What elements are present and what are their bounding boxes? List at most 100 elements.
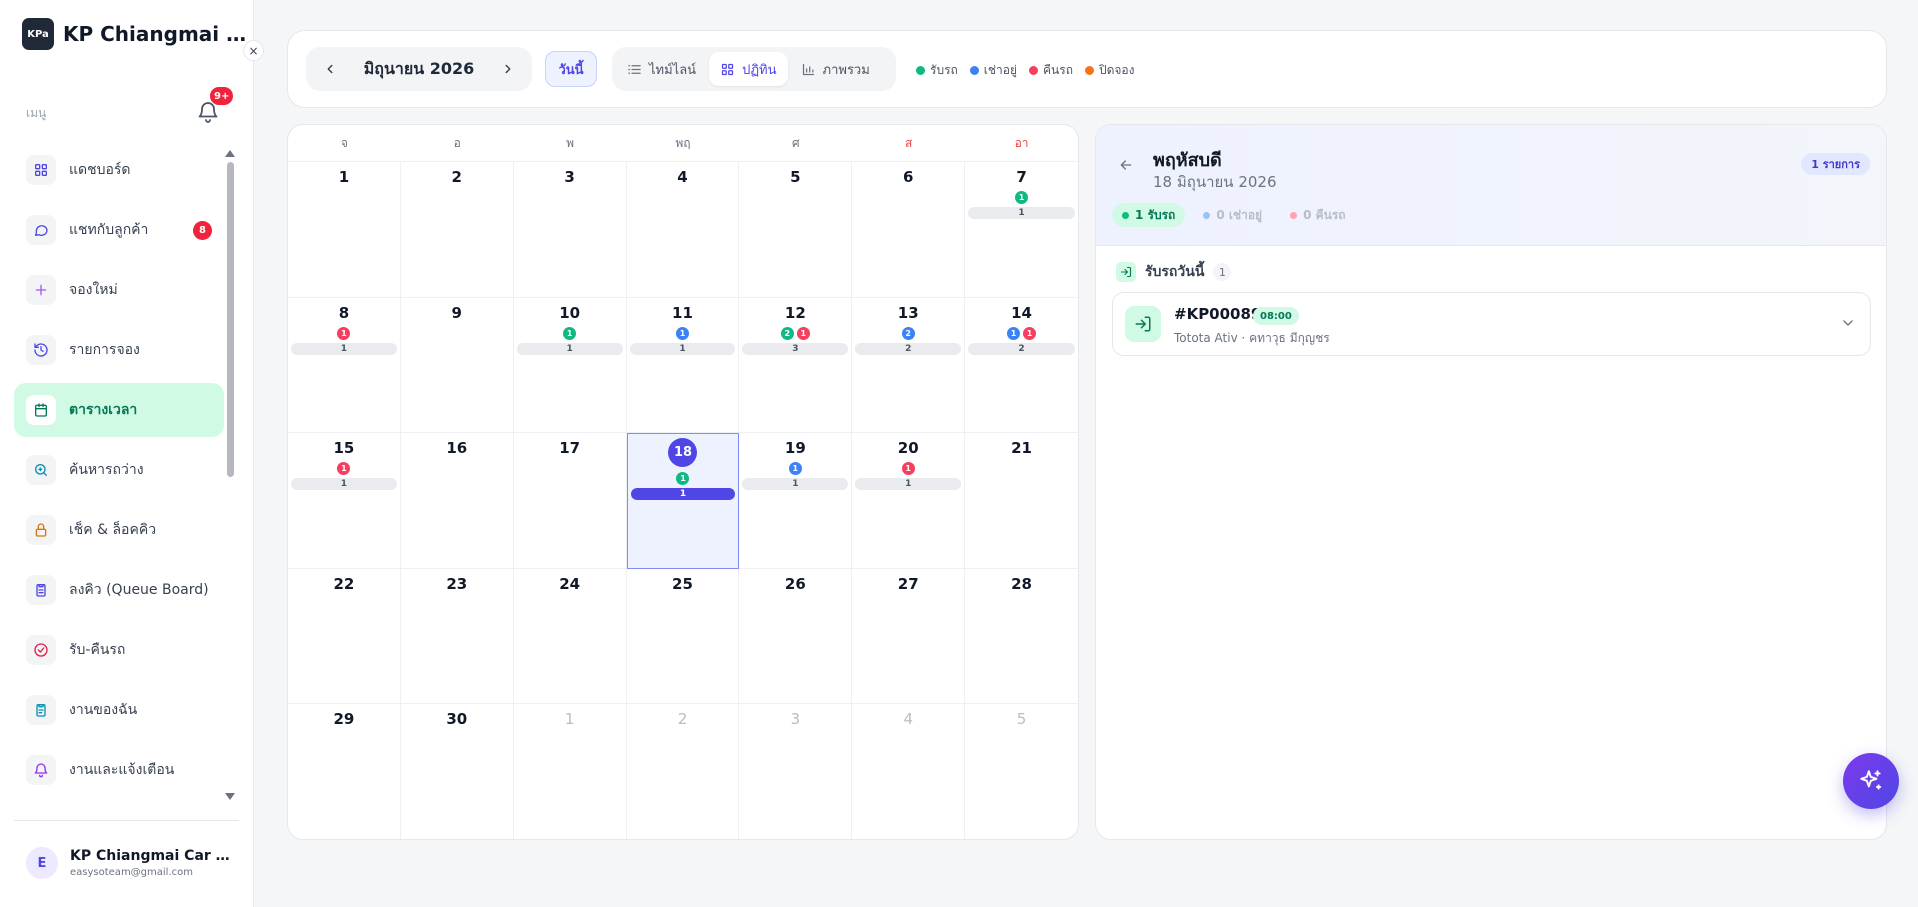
calendar-day[interactable]: 10 1 1	[513, 297, 627, 434]
stat-pill[interactable]: 0 เช่าอยู่	[1193, 203, 1272, 227]
day-total-bar[interactable]: 2	[968, 342, 1075, 355]
sidebar-item-check-circle[interactable]: รับ-คืนรถ	[14, 623, 224, 677]
calendar-day[interactable]: 28	[965, 569, 1078, 705]
view-tab-2[interactable]: ภาพรวม	[790, 52, 881, 86]
sidebar-item-search[interactable]: ค้นหารถว่าง	[14, 443, 224, 497]
day-total-bar[interactable]: 3	[742, 342, 849, 355]
calendar-day[interactable]: 4	[852, 704, 966, 839]
view-tab-0[interactable]: ไทม์ไลน์	[616, 52, 707, 86]
sidebar-scrollbar-thumb[interactable]	[227, 162, 234, 477]
sidebar-item-history[interactable]: รายการจอง	[14, 323, 224, 377]
day-total-bar[interactable]: 1	[629, 342, 736, 355]
calendar-day[interactable]: 20 1 1	[852, 433, 966, 569]
profile-name: KP Chiangmai Car Rental	[70, 848, 230, 864]
calendar-day[interactable]: 29	[288, 704, 401, 839]
calendar-day[interactable]: 5	[965, 704, 1078, 839]
calendar-day[interactable]: 7 1 1	[965, 162, 1078, 298]
calendar-day[interactable]: 3	[739, 704, 853, 839]
calendar-day[interactable]: 13 2 2	[852, 297, 966, 434]
grid-icon	[721, 63, 734, 75]
calendar-day[interactable]: 26	[739, 568, 853, 705]
day-number: 23	[446, 574, 468, 593]
history-icon	[34, 343, 48, 357]
calendar-day[interactable]: 2	[626, 704, 740, 839]
day-total-bar[interactable]: 1	[630, 488, 736, 501]
calendar-day[interactable]: 9	[400, 297, 514, 434]
calendar-day[interactable]: 8 1 1	[288, 297, 401, 434]
next-month-button[interactable]	[496, 57, 520, 81]
day-number: 15	[333, 439, 355, 458]
day-total-bar[interactable]: 1	[742, 478, 849, 491]
view-toggle: ไทม์ไลน์ ปฏิทิน ภาพรวม	[612, 47, 896, 91]
today-button[interactable]: วันนี้	[545, 51, 597, 87]
return-dot: 1	[1023, 326, 1037, 340]
chevron-left-icon	[327, 64, 333, 74]
view-tab-1[interactable]: ปฏิทิน	[709, 52, 788, 86]
brand-logo: KPa	[22, 18, 54, 50]
calendar-day[interactable]: 17	[513, 433, 627, 569]
calendar-day[interactable]: 14 1 1 2	[965, 298, 1078, 434]
legend-label: คืนรถ	[1043, 63, 1073, 77]
day-number: 4	[677, 168, 688, 186]
calendar-day[interactable]: 15 1 1	[288, 433, 401, 569]
prev-month-button[interactable]	[318, 57, 342, 81]
calendar-day[interactable]: 12 2 1 3	[739, 297, 853, 434]
brand[interactable]: KPa KP Chiangmai Car Rental	[22, 18, 253, 50]
ai-assistant-button[interactable]	[1843, 753, 1899, 809]
stat-pill[interactable]: 0 คืนรถ	[1280, 203, 1355, 227]
calendar-day[interactable]: 18 1 1	[626, 433, 740, 569]
bell-icon	[34, 763, 48, 778]
calendar-day[interactable]: 19 1 1	[739, 433, 853, 569]
scroll-up-arrow[interactable]	[225, 150, 235, 157]
calendar-day[interactable]: 11 1 1	[626, 297, 740, 434]
calendar-day[interactable]: 6	[852, 162, 966, 298]
scroll-down-arrow[interactable]	[225, 793, 235, 800]
calendar-day[interactable]: 27	[852, 568, 966, 705]
stat-label: 0 เช่าอยู่	[1216, 207, 1263, 222]
booking-card[interactable]: #KP00089 08:00 Totota Ativ · คทาวุธ มีกุ…	[1112, 292, 1871, 356]
sidebar-item-plus[interactable]: จองใหม่	[14, 263, 224, 317]
day-total-bar[interactable]: 2	[855, 342, 962, 355]
calendar-day[interactable]: 30	[400, 704, 514, 839]
menu-label: เมนู	[26, 106, 47, 120]
sidebar-item-clipboard[interactable]: ลงคิว (Queue Board)	[14, 563, 224, 617]
sidebar-item-lock[interactable]: เช็ค & ล็อคคิว	[14, 503, 224, 557]
legend-item: คืนรถ	[1029, 61, 1073, 80]
day-total-bar[interactable]: 1	[516, 342, 623, 355]
calendar-day[interactable]: 2	[400, 162, 514, 298]
task-icon	[36, 704, 46, 717]
calendar-day[interactable]: 21	[965, 433, 1078, 569]
sidebar-item-bell[interactable]: งานและแจ้งเตือน	[14, 743, 224, 797]
day-number: 25	[672, 574, 693, 593]
sidebar-item-grid[interactable]: แดชบอร์ด	[14, 143, 224, 197]
calendar-day[interactable]: 1	[288, 162, 401, 298]
calendar-day[interactable]: 24	[513, 568, 627, 705]
sidebar-item-chat[interactable]: แชทกับลูกค้า 8	[14, 203, 224, 257]
calendar-day[interactable]: 16	[400, 433, 514, 569]
day-total-bar[interactable]: 1	[855, 478, 962, 491]
day-total-bar[interactable]: 1	[291, 478, 397, 491]
user-profile[interactable]: E KP Chiangmai Car Rental easysoteam@gma…	[26, 847, 230, 879]
calendar-day[interactable]: 3	[513, 162, 627, 298]
stat-pill[interactable]: 1 รับรถ	[1112, 203, 1186, 227]
day-number: 14	[1011, 303, 1032, 322]
return-dot: 1	[796, 326, 810, 340]
calendar-day[interactable]: 23	[400, 568, 514, 705]
sidebar-item-calendar[interactable]: ตารางเวลา	[14, 383, 224, 437]
day-total-bar[interactable]: 1	[291, 342, 397, 355]
sidebar-nav: แดชบอร์ดแชทกับลูกค้า 8 จองใหม่รายการจองตาร…	[14, 143, 224, 803]
day-total-bar[interactable]: 1	[968, 207, 1075, 219]
sidebar-item-task[interactable]: งานของฉัน	[14, 683, 224, 737]
weekday-label: จ	[340, 135, 348, 150]
calendar-day[interactable]: 4	[626, 162, 740, 298]
day-number: 16	[446, 439, 468, 458]
calendar-day[interactable]: 22	[288, 568, 401, 705]
month-title: มิถุนายน 2026	[363, 58, 475, 78]
calendar-day[interactable]: 25	[626, 568, 740, 705]
calendar-day[interactable]: 1	[513, 704, 627, 839]
back-button[interactable]	[1118, 157, 1134, 177]
calendar-day[interactable]: 5	[739, 162, 853, 298]
chevron-down-icon[interactable]	[1840, 315, 1856, 331]
notification-badge: 9+	[210, 87, 234, 105]
close-sidebar-button[interactable]: ×	[243, 40, 264, 61]
